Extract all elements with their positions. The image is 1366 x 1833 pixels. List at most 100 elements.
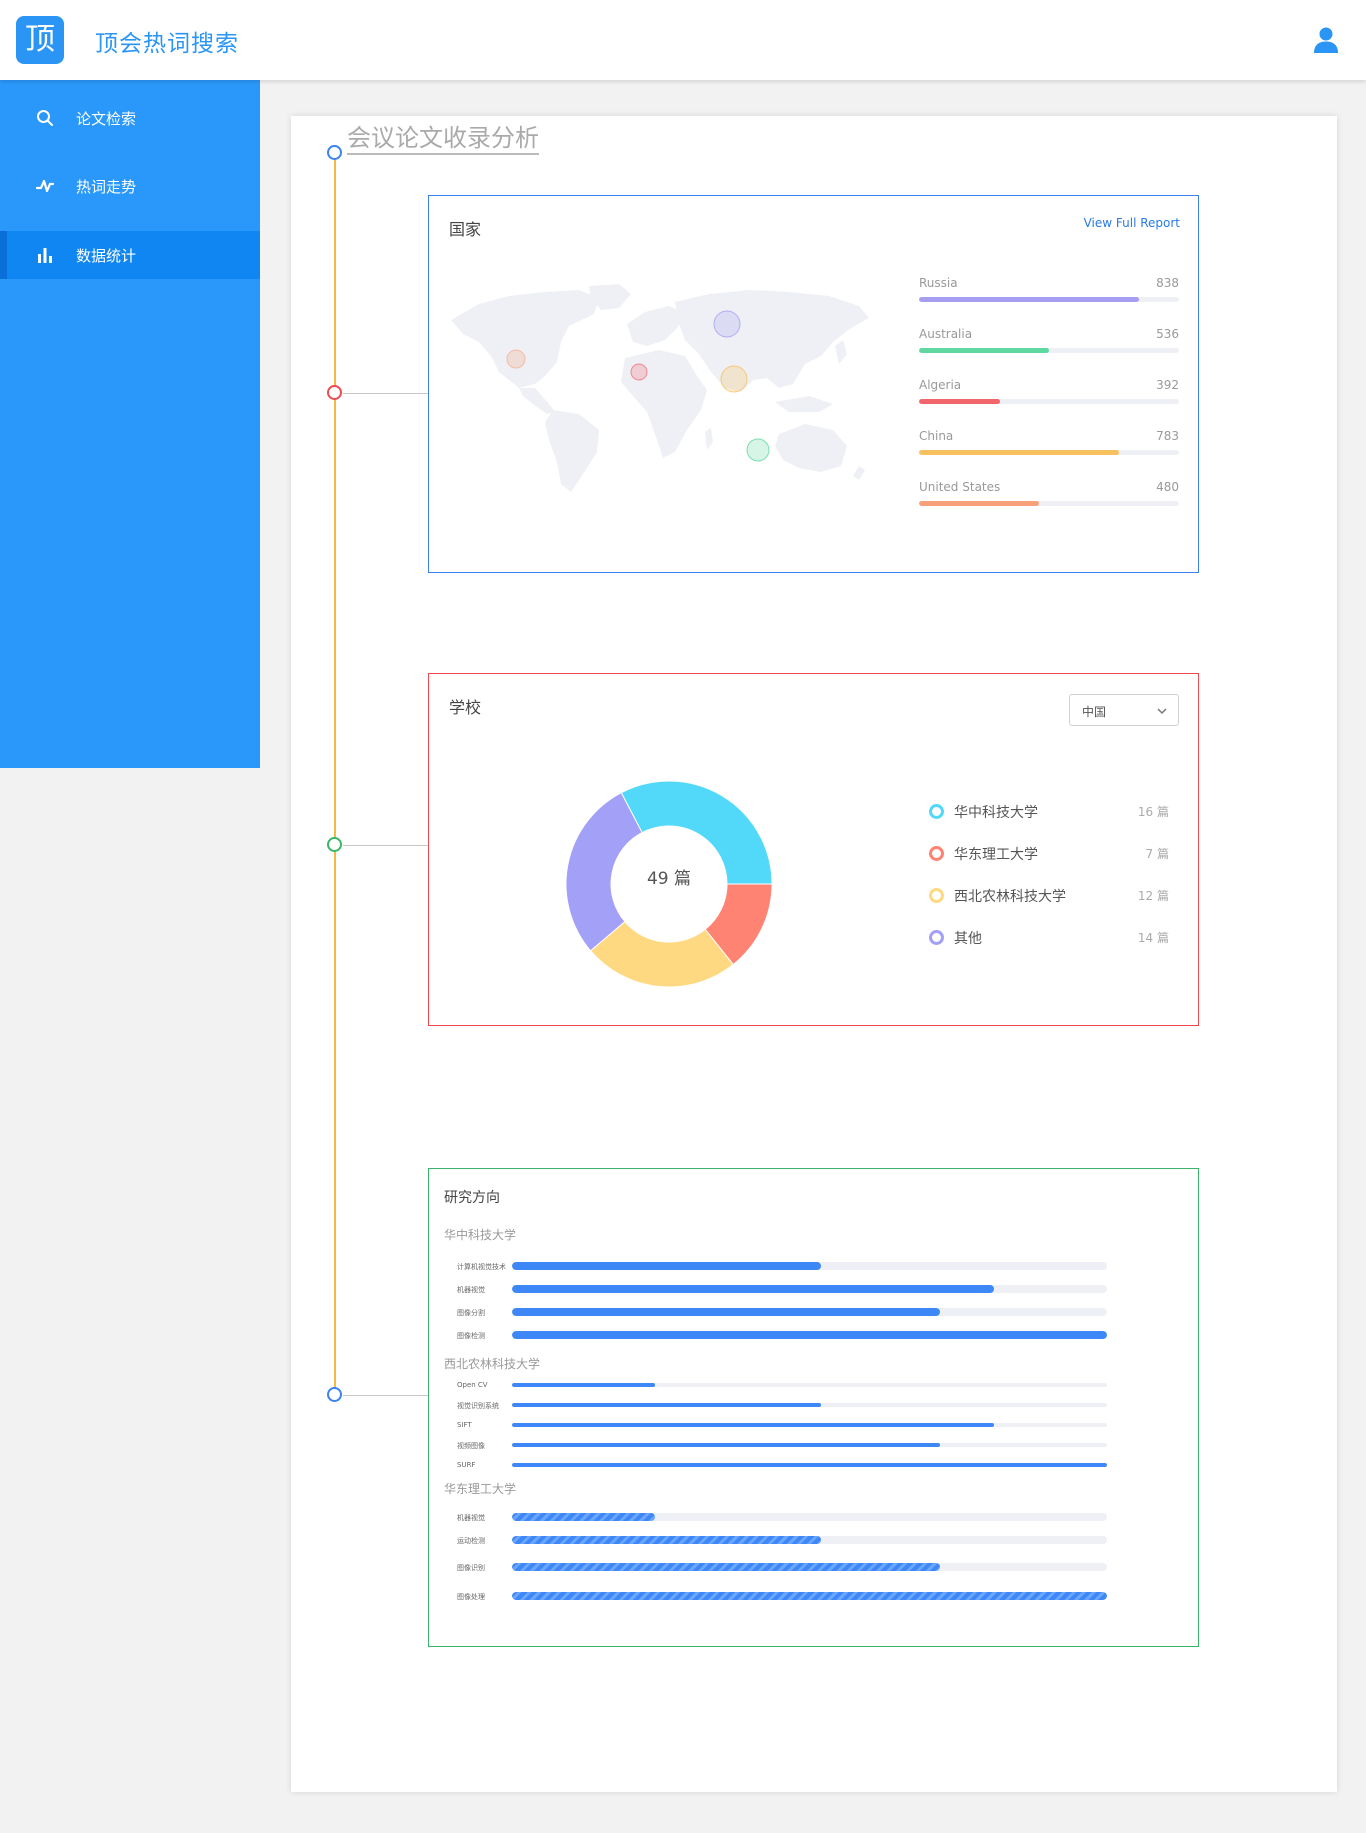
research-bar-label: 图像检测 [457,1332,485,1340]
research-bar-fill [512,1285,994,1293]
trend-icon [36,179,54,193]
legend-marker [929,846,944,861]
timeline-connector [343,845,428,846]
research-bar-label: 运动检测 [457,1537,485,1545]
research-bar-track [512,1536,1107,1544]
country-select[interactable]: 中国 [1069,694,1179,726]
research-bar-fill [512,1423,994,1427]
app-logo[interactable]: 顶 [16,16,64,64]
country-panel-title: 国家 [449,220,482,239]
research-bar-label: 视频图像 [457,1442,485,1450]
country-name: Russia [919,276,958,290]
research-bar-track [512,1383,1107,1387]
country-panel: 国家 View Full Report Russia 838 Australia… [428,195,1199,573]
search-icon [37,110,53,126]
timeline-node [327,385,342,400]
school-legend-item[interactable]: 西北农林科技大学 12 篇 [929,886,1169,908]
school-legend-item[interactable]: 华中科技大学 16 篇 [929,802,1169,824]
research-bar-fill [512,1308,941,1316]
legend-school-name: 其他 [954,931,982,947]
legend-school-count: 16 篇 [1137,805,1169,819]
sidebar-item-label: 数据统计 [76,247,137,265]
timeline-node [327,145,342,160]
country-value: 838 [1156,276,1179,290]
legend-school-name: 华中科技大学 [954,805,1038,821]
research-panel: 研究方向 华中科技大学 西北农林科技大学 华东理工大学 计算机视觉技术 机器视觉… [428,1168,1199,1647]
school-panel-title: 学校 [449,698,482,717]
country-row-china: China 783 [919,429,1179,459]
user-icon[interactable] [1312,26,1340,54]
research-bar-label: 图像处理 [457,1593,485,1601]
country-name: Algeria [919,378,962,392]
research-group-label: 华东理工大学 [444,1482,517,1496]
research-bar-label: SIFT [457,1421,472,1429]
sidebar-item-statistics[interactable]: 数据统计 [0,231,260,279]
country-name: China [919,429,954,443]
country-bar-track [919,297,1179,302]
research-bar-fill [512,1262,822,1270]
legend-school-count: 14 篇 [1137,931,1169,945]
research-bar-track [512,1513,1107,1521]
country-row-australia: Australia 536 [919,327,1179,357]
legend-school-count: 12 篇 [1137,889,1169,903]
research-bar-fill [512,1513,655,1521]
timeline-connector [343,1395,428,1396]
research-bar-label: 机器视觉 [457,1286,485,1294]
country-name: United States [919,480,1001,494]
bar-chart-icon [38,248,52,263]
country-value: 392 [1156,378,1179,392]
legend-marker [929,930,944,945]
research-bar-label: 视觉识别系统 [457,1402,499,1410]
research-bar-fill [512,1563,941,1571]
sidebar-item-hotword-trend[interactable]: 热词走势 [0,162,260,210]
country-bar-track [919,348,1179,353]
research-bar-fill [512,1383,655,1387]
research-group-label: 华中科技大学 [444,1228,517,1242]
research-bar-track [512,1331,1107,1339]
research-bar-label: 图像识别 [457,1564,485,1572]
research-bar-fill [512,1592,1107,1600]
research-bar-track [512,1262,1107,1270]
research-bar-label: Open CV [457,1381,488,1389]
research-bar-fill [512,1463,1107,1467]
country-bar-fill [919,348,1049,353]
legend-marker [929,888,944,903]
top-header: 顶 顶会热词搜索 [0,0,1366,80]
country-bar-fill [919,399,1000,404]
donut-center-total: 49 篇 [646,869,692,889]
country-bar-track [919,450,1179,455]
sidebar-item-label: 热词走势 [76,178,137,196]
research-panel-title: 研究方向 [444,1190,500,1206]
country-value: 480 [1156,480,1179,494]
timeline-line [334,152,336,1394]
world-map [451,284,869,492]
research-bar-track [512,1403,1107,1407]
country-row-united-states: United States 480 [919,480,1179,510]
sidebar: 论文检索 热词走势 数据统计 [0,80,260,768]
research-bar-track [512,1463,1107,1467]
research-bar-label: 计算机视觉技术 [457,1263,506,1271]
view-full-report-link[interactable]: View Full Report [1084,216,1180,230]
legend-school-name: 华东理工大学 [954,847,1038,863]
country-row-russia: Russia 838 [919,276,1179,306]
country-value: 783 [1156,429,1179,443]
country-value: 536 [1156,327,1179,341]
school-legend-item[interactable]: 其他 14 篇 [929,928,1169,950]
research-bar-fill [512,1536,822,1544]
sidebar-item-paper-search[interactable]: 论文检索 [0,94,260,142]
timeline-node [327,837,342,852]
research-bar-track [512,1563,1107,1571]
page-title: 会议论文收录分析 [347,124,539,155]
legend-marker [929,804,944,819]
country-select-value: 中国 [1082,705,1107,719]
research-bar-label: 机器视觉 [457,1514,485,1522]
research-bar-label: SURF [457,1461,476,1469]
school-legend-item[interactable]: 华东理工大学 7 篇 [929,844,1169,866]
research-bar-fill [512,1443,941,1447]
country-name: Australia [919,327,973,341]
country-row-algeria: Algeria 392 [919,378,1179,408]
school-panel: 学校 中国 49 篇 华中科技大学 16 篇 华东理工大学 7 篇 西北农林科技… [428,673,1199,1026]
country-bar-track [919,399,1179,404]
research-group-label: 西北农林科技大学 [444,1357,541,1371]
country-bar-fill [919,450,1120,455]
